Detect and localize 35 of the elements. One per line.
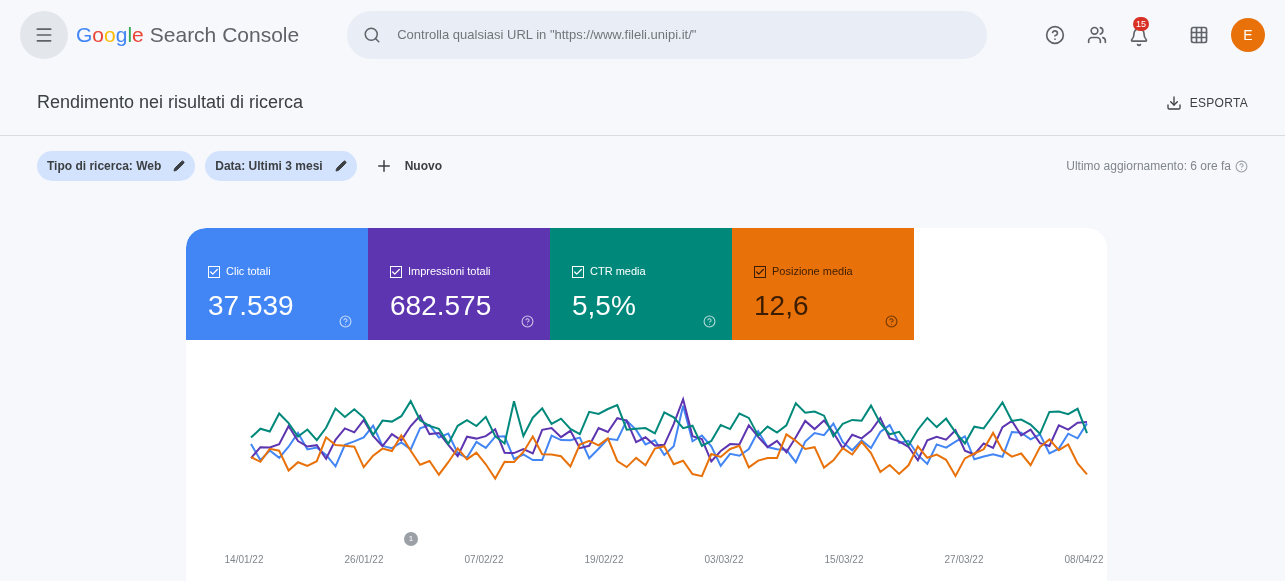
search-icon xyxy=(363,26,382,44)
page-title: Rendimento nei risultati di ricerca xyxy=(37,91,304,114)
axis-label: 27/03/22 xyxy=(943,553,985,567)
pencil-icon xyxy=(173,160,186,172)
pencil-icon xyxy=(334,160,347,172)
axis-label: 26/01/22 xyxy=(343,553,385,567)
axis-label: 14/01/22 xyxy=(223,553,265,567)
filter-chip[interactable]: Data: Ultimi 3 mesi xyxy=(205,151,357,181)
apps-icon[interactable] xyxy=(1189,25,1209,45)
url-input[interactable]: Controlla qualsiasi URL in "https://www.fileli.unipi.it/" xyxy=(397,25,972,45)
help-icon[interactable] xyxy=(885,315,898,328)
help-icon[interactable] xyxy=(1045,25,1065,45)
axis-label: 07/02/22 xyxy=(463,553,505,567)
logo[interactable]: Google xyxy=(76,19,144,51)
download-icon xyxy=(1165,94,1182,111)
last-update-text: Ultimo aggiornamento: 6 ore fa xyxy=(1066,158,1231,175)
checkbox[interactable] xyxy=(754,265,766,278)
product-name: Search Console xyxy=(149,22,300,49)
menu-icon xyxy=(34,25,54,45)
notification-badge: 15 xyxy=(1133,17,1149,31)
menu-button[interactable] xyxy=(20,11,68,59)
axis-label: 03/03/22 xyxy=(703,553,745,567)
new-filter-button[interactable]: Nuovo xyxy=(374,157,442,175)
export-button[interactable]: ESPORTA xyxy=(1165,93,1248,112)
axis-label: 08/04/22 xyxy=(1063,553,1105,567)
bell-icon[interactable] xyxy=(1129,27,1149,47)
help-icon[interactable] xyxy=(1235,159,1248,173)
people-icon[interactable] xyxy=(1087,25,1107,45)
account-avatar[interactable]: E xyxy=(1231,18,1265,52)
axis-label: 19/02/22 xyxy=(583,553,625,567)
filter-chip[interactable]: Tipo di ricerca: Web xyxy=(37,151,196,181)
metric-tile[interactable]: Posizione media 12,6 xyxy=(732,228,914,340)
annotation-marker[interactable]: 1 xyxy=(404,532,418,546)
axis-label: 15/03/22 xyxy=(823,553,865,567)
search-field[interactable]: Controlla qualsiasi URL in "https://www.fileli.unipi.it/" xyxy=(347,11,988,59)
